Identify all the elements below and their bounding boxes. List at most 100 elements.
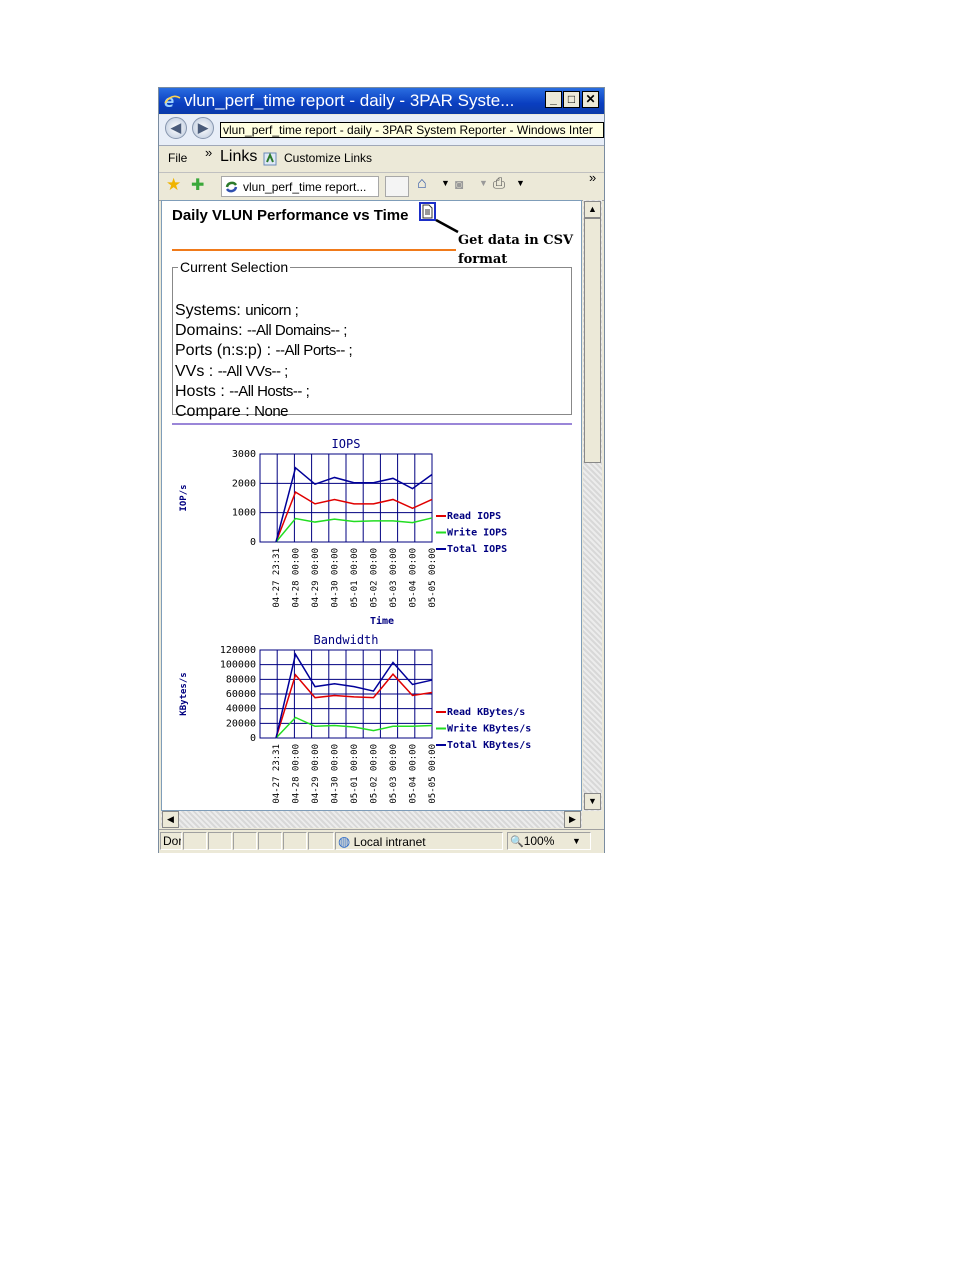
forward-arrow-icon: ▶ [198,120,208,135]
back-button[interactable]: ◀ [165,117,187,139]
zoom-label: 100% [523,834,555,848]
zone-indicator[interactable]: ◍ Local intranet [335,832,503,850]
x-axis-label: Time [370,615,394,627]
svg-text:e: e [164,92,174,110]
y-tick-label: 100000 [220,660,256,671]
status-cell [308,832,334,850]
y-tick-label: 40000 [226,704,256,715]
page-icon [263,152,277,166]
rss-icon[interactable]: ◙ [455,176,463,192]
legend-label: Write KBytes/s [447,723,531,735]
navigation-bar: ◀ ▶ vlun_perf_time report - daily - 3PAR… [159,115,604,146]
status-cell [283,832,307,850]
y-tick-label: 80000 [226,674,256,685]
charts-area: 0 1000 2000 3000 IOPS IOP/s 04-27 23:31 04-28 0… [179,437,531,804]
zone-label: Local intranet [353,835,426,849]
home-icon[interactable]: ⌂ [417,175,427,193]
title-bar: e vlun_perf_time report - daily - 3PAR S… [159,88,604,114]
zoom-dropdown-icon: ▼ [572,836,581,846]
toolbar-chevron[interactable]: » [205,145,212,160]
forward-button[interactable]: ▶ [192,117,214,139]
links-menu[interactable]: Links [220,148,257,166]
y-tick-label: 2000 [232,478,256,489]
legend-label: Read KBytes/s [447,707,525,718]
y-axis-label: IOP/s [179,484,189,511]
x-tick-label: 05-02 00:00 [370,744,380,804]
status-text: Dor [160,832,182,850]
zoom-control[interactable]: 🔍100% ▼ [507,832,591,850]
tab-page-icon [225,181,238,193]
status-cell [258,832,282,850]
x-tick-label: 04-28 00:00 [292,548,302,608]
annotation-line: format [458,252,508,267]
browser-window: e vlun_perf_time report - daily - 3PAR S… [158,87,605,853]
ie-logo-icon: e [164,92,181,110]
y-tick-label: 60000 [226,689,256,700]
y-tick-label: 120000 [220,645,256,656]
maximize-button[interactable]: □ [563,91,580,108]
x-tick-label: 04-28 00:00 [292,744,302,804]
x-tick-label: 05-05 00:00 [428,548,438,608]
add-favorite-icon[interactable]: ✚ [191,175,204,195]
print-dropdown-icon[interactable]: ▼ [516,178,525,188]
page-content: Daily VLUN Performance vs Time Current S… [161,200,582,811]
status-cell [208,832,232,850]
new-tab-button[interactable] [385,176,409,197]
annotation-line: Get data in CSV [458,233,574,248]
rss-dropdown-icon[interactable]: ▼ [479,178,488,188]
back-arrow-icon: ◀ [171,120,181,135]
x-tick-label: 05-02 00:00 [370,548,380,608]
y-tick-label: 1000 [232,508,256,519]
legend-label: Read IOPS [447,511,501,522]
chart-title: Bandwidth [313,633,378,647]
x-tick-label: 05-03 00:00 [389,548,399,608]
x-tick-label: 04-30 00:00 [331,548,341,608]
legend-label: Total KBytes/s [447,740,531,751]
vertical-scrollbar[interactable]: ▲ ▼ [583,200,602,811]
scroll-thumb[interactable] [584,218,601,463]
customize-links[interactable]: Customize Links [284,151,372,165]
y-tick-label: 3000 [232,449,256,460]
close-button[interactable]: ✕ [582,91,599,108]
home-dropdown-icon[interactable]: ▼ [441,178,450,188]
y-axis-label: KBytes/s [179,672,189,715]
chart-title: IOPS [332,437,361,451]
minimize-button[interactable]: _ [545,91,562,108]
tab-label: vlun_perf_time report... [243,180,367,194]
x-tick-label: 05-04 00:00 [409,548,419,608]
x-tick-label: 04-27 23:31 [272,548,282,608]
legend-label: Write IOPS [447,527,507,539]
status-cell [183,832,207,850]
scroll-up-button[interactable]: ▲ [584,201,601,218]
zoom-icon: 🔍 [510,836,524,848]
star-icon[interactable]: ★ [166,175,181,195]
x-tick-label: 05-05 00:00 [428,744,438,804]
status-cell [233,832,257,850]
x-tick-label: 04-27 23:31 [272,744,282,804]
scroll-left-button[interactable]: ◀ [162,811,179,828]
scroll-down-button[interactable]: ▼ [584,793,601,810]
file-menu[interactable]: File [168,151,187,165]
x-tick-label: 04-29 00:00 [311,548,321,608]
x-tick-label: 05-03 00:00 [389,744,399,804]
window-title: vlun_perf_time report - daily - 3PAR Sys… [184,91,515,110]
annotation-text: Get data in CSV format [458,231,573,269]
print-icon[interactable]: ⎙ [493,175,505,192]
y-tick-label: 0 [250,733,256,744]
x-tick-label: 04-29 00:00 [311,744,321,804]
y-tick-label: 0 [250,537,256,548]
x-tick-label: 05-04 00:00 [409,744,419,804]
legend-label: Total IOPS [447,544,507,555]
globe-icon: ◍ [338,833,351,849]
x-tick-label: 04-30 00:00 [331,744,341,804]
address-tooltip: vlun_perf_time report - daily - 3PAR Sys… [220,122,604,138]
tab-current[interactable]: vlun_perf_time report... [221,176,379,197]
menu-bar: File » Links Customize Links [159,145,604,173]
favbar-chevron[interactable]: » [589,170,596,185]
horizontal-scrollbar[interactable]: ◀ ▶ [161,811,582,828]
status-bar: Dor ◍ Local intranet 🔍100% ▼ [159,829,604,853]
x-tick-label: 05-01 00:00 [350,548,360,608]
x-tick-label: 05-01 00:00 [350,744,360,804]
y-tick-label: 20000 [226,718,256,729]
scroll-right-button[interactable]: ▶ [564,811,581,828]
